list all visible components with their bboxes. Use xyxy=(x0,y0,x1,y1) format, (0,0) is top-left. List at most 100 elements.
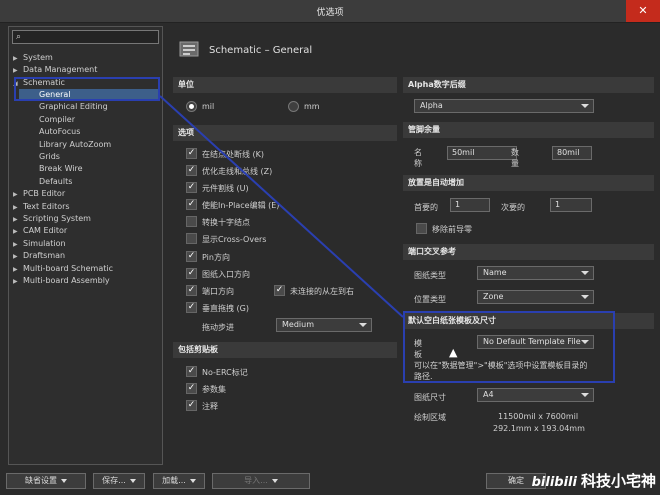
expand-arrow-icon[interactable]: ▶ xyxy=(13,251,23,263)
option-checkbox[interactable]: ✓ xyxy=(186,182,197,193)
units-mm-radio[interactable] xyxy=(288,101,299,112)
option-label: 转换十字结点 xyxy=(202,218,250,227)
remove-leading-zeros-label: 移除前导零 xyxy=(432,225,472,234)
tree-item[interactable]: ▶ Multi-board Assembly xyxy=(13,275,110,287)
chevron-down-icon xyxy=(581,393,589,397)
tree-item[interactable]: Defaults xyxy=(39,176,72,188)
tree-item[interactable]: ▶ Simulation xyxy=(13,238,66,250)
tree-item[interactable]: ▶ Data Management xyxy=(13,64,97,76)
chevron-down-icon xyxy=(581,271,589,275)
clipboard-checkbox[interactable]: ✓ xyxy=(186,383,197,394)
tree-item[interactable]: AutoFocus xyxy=(39,126,80,138)
drag-step-value: Medium xyxy=(282,320,314,329)
tree-item[interactable]: Grids xyxy=(39,151,60,163)
units-mil-radio[interactable] xyxy=(186,101,197,112)
location-type-value: Zone xyxy=(483,292,504,301)
units-mil-label: mil xyxy=(202,102,215,111)
load-button[interactable]: 加载... xyxy=(153,473,205,489)
expand-arrow-icon[interactable]: ▶ xyxy=(13,276,23,288)
tree-item[interactable]: ▶ CAM Editor xyxy=(13,225,67,237)
secondary-input[interactable]: 1 xyxy=(550,198,592,212)
import-button[interactable]: 导入... xyxy=(212,473,310,489)
chevron-down-icon xyxy=(581,104,589,108)
option-label: 优化走线和总线 (Z) xyxy=(202,167,273,176)
chevron-down-icon xyxy=(189,478,196,483)
sheet-size-value: A4 xyxy=(483,390,494,399)
watermark-text: 科技小宅神 xyxy=(580,472,656,490)
remove-leading-zeros-checkbox[interactable] xyxy=(416,223,427,234)
option-label: 垂直拖拽 (G) xyxy=(202,304,249,313)
option-checkbox[interactable]: ✓ xyxy=(186,165,197,176)
tree-item[interactable]: ▶ Multi-board Schematic xyxy=(13,263,113,275)
clipboard-label: 参数集 xyxy=(202,385,226,394)
tree-highlight-box xyxy=(14,77,160,101)
tree-item-label: Scripting System xyxy=(23,214,91,223)
tree-item[interactable]: Compiler xyxy=(39,114,75,126)
drag-step-label: 拖动步进 xyxy=(202,323,234,332)
tree-item[interactable]: ▶ Scripting System xyxy=(13,213,91,225)
tree-item-label: Library AutoZoom xyxy=(39,140,112,149)
search-icon: ⌕ xyxy=(16,32,22,42)
pin-name-input[interactable]: 50mil xyxy=(447,146,517,160)
drag-step-dropdown[interactable]: Medium xyxy=(276,318,372,332)
tree-item-label: Defaults xyxy=(39,177,73,186)
drawing-area-mil: 11500mil x 7600mil xyxy=(498,412,579,421)
option-checkbox[interactable]: ✓ xyxy=(186,148,197,159)
option-checkbox[interactable]: ✓ xyxy=(186,302,197,313)
sheet-type-label: 图纸类型 xyxy=(414,271,446,280)
tree-item[interactable]: ▶ PCB Editor xyxy=(13,188,65,200)
option-label: 图纸入口方向 xyxy=(202,270,250,279)
load-label: 加载... xyxy=(162,476,186,485)
tree-item[interactable]: Graphical Editing xyxy=(39,101,108,113)
pin-margin-heading: 管脚余量 xyxy=(403,122,654,138)
option-checkbox[interactable]: ✓ xyxy=(186,199,197,210)
sheet-type-dropdown[interactable]: Name xyxy=(477,266,594,280)
options-heading: 选项 xyxy=(173,125,397,141)
tree-item-label: Graphical Editing xyxy=(39,102,108,111)
expand-arrow-icon[interactable]: ▶ xyxy=(13,226,23,238)
pin-number-label: 数量 xyxy=(511,148,519,168)
tree-item-label: Multi-board Schematic xyxy=(23,264,114,273)
save-button[interactable]: 保存... xyxy=(93,473,145,489)
tree-item[interactable]: ▶ Text Editors xyxy=(13,201,70,213)
tree-item[interactable]: ▶ System xyxy=(13,52,53,64)
tree-item[interactable]: ▶ Draftsman xyxy=(13,250,65,262)
default-settings-button[interactable]: 缺省设置 xyxy=(6,473,86,489)
primary-input[interactable]: 1 xyxy=(450,198,490,212)
chevron-down-icon xyxy=(581,295,589,299)
option-checkbox[interactable]: ✓ xyxy=(186,285,197,296)
option-label: Pin方向 xyxy=(202,253,230,262)
chevron-down-icon xyxy=(271,478,278,483)
tree-item-label: Simulation xyxy=(23,239,66,248)
watermark: bilibili 科技小宅神 xyxy=(532,470,656,491)
tree-item-label: Data Management xyxy=(23,65,98,74)
tree-item-label: System xyxy=(23,53,53,62)
pin-name-label: 名称 xyxy=(414,148,422,168)
expand-arrow-icon[interactable]: ▶ xyxy=(13,189,23,201)
clipboard-checkbox[interactable]: ✓ xyxy=(186,400,197,411)
sheet-size-dropdown[interactable]: A4 xyxy=(477,388,594,402)
tree-item[interactable]: Library AutoZoom xyxy=(39,139,111,151)
option-checkbox[interactable] xyxy=(186,216,197,227)
expand-arrow-icon[interactable]: ▶ xyxy=(13,65,23,77)
clipboard-checkbox[interactable]: ✓ xyxy=(186,366,197,377)
window-title: 优选项 xyxy=(316,8,344,18)
option-checkbox[interactable]: ✓ xyxy=(186,251,197,262)
unconnected-left-to-right-checkbox[interactable]: ✓ xyxy=(274,285,285,296)
pin-number-input[interactable]: 80mil xyxy=(552,146,592,160)
search-input[interactable]: ⌕ xyxy=(12,30,159,44)
location-type-dropdown[interactable]: Zone xyxy=(477,290,594,304)
clipboard-label: No-ERC标记 xyxy=(202,368,248,377)
auto-increment-heading: 放置是自动增加 xyxy=(403,175,654,191)
tree-item[interactable]: Break Wire xyxy=(39,163,83,175)
schematic-icon xyxy=(179,41,199,57)
sheet-type-value: Name xyxy=(483,268,507,277)
option-checkbox[interactable] xyxy=(186,233,197,244)
units-mm-label: mm xyxy=(304,102,320,111)
option-checkbox[interactable]: ✓ xyxy=(186,268,197,279)
close-button[interactable]: ✕ xyxy=(626,0,660,22)
chevron-down-icon xyxy=(61,478,67,483)
tree-item-label: Break Wire xyxy=(39,164,83,173)
location-type-label: 位置类型 xyxy=(414,295,446,304)
alpha-dropdown[interactable]: Alpha xyxy=(414,99,594,113)
